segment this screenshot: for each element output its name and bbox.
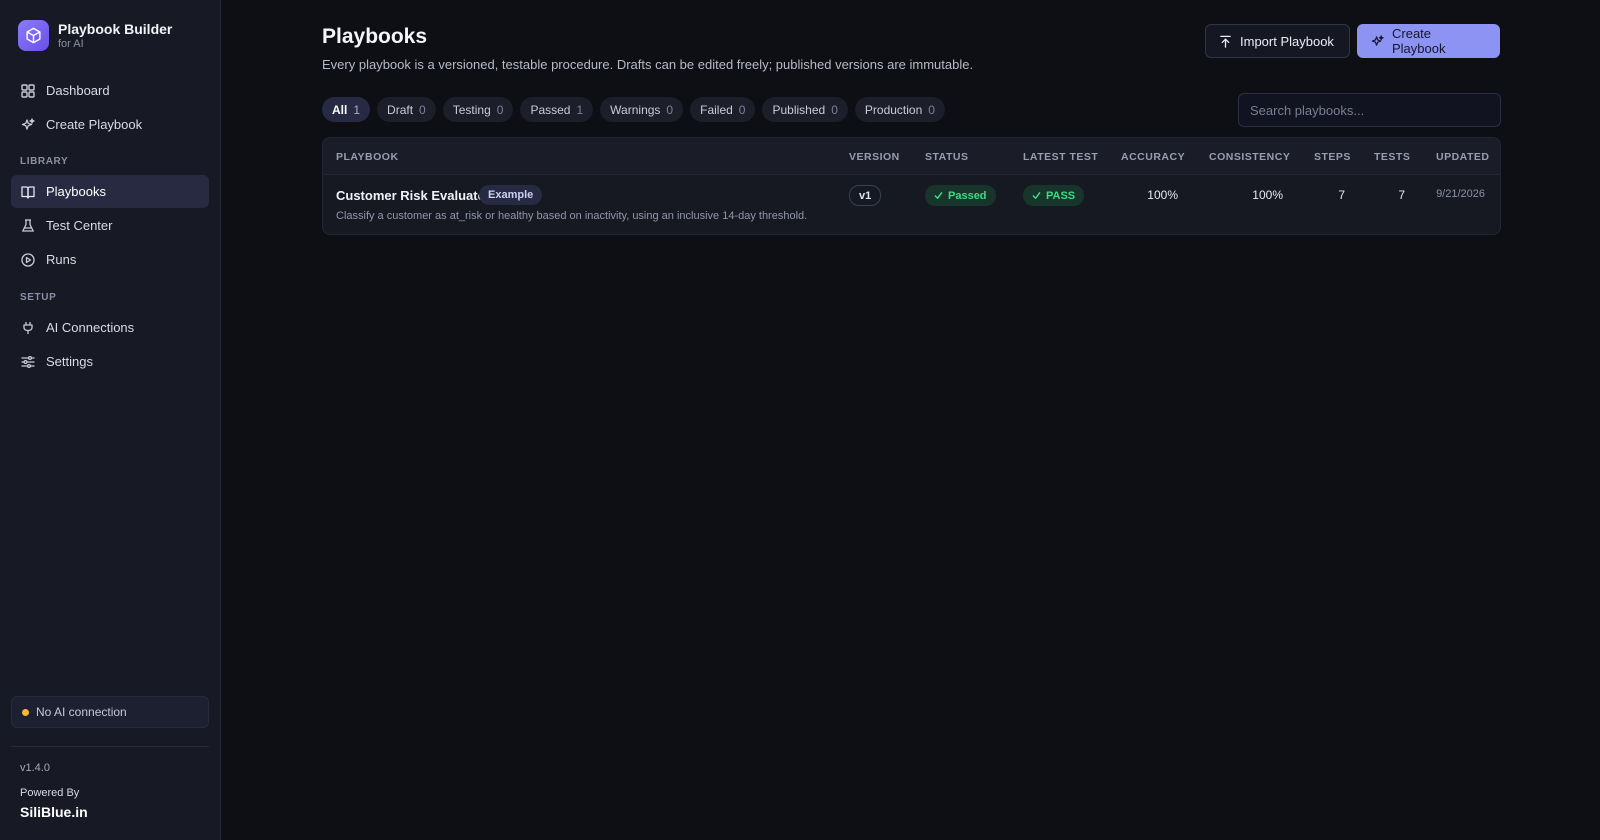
filter-all[interactable]: All 1	[322, 97, 371, 122]
filter-draft[interactable]: Draft 0	[377, 97, 436, 122]
column-header-steps[interactable]: STEPS	[1314, 151, 1351, 163]
create-playbook-button[interactable]: Create Playbook	[1357, 24, 1500, 58]
filter-label: All	[332, 102, 348, 117]
search-input[interactable]	[1238, 93, 1501, 127]
filter-warnings[interactable]: Warnings 0	[600, 97, 684, 122]
app-title: Playbook Builder	[58, 20, 173, 37]
page-title: Playbooks	[322, 25, 428, 48]
book-icon	[21, 185, 35, 199]
connection-status-label: No AI connection	[36, 705, 127, 719]
column-header-tests[interactable]: TESTS	[1374, 151, 1410, 163]
playbook-name[interactable]: Customer Risk Evaluator	[336, 188, 491, 203]
filter-count: 1	[353, 102, 361, 117]
status-dot-icon	[22, 708, 29, 716]
sidebar-item-label: Runs	[46, 252, 77, 267]
filter-label: Draft	[387, 102, 414, 117]
powered-by-label: Powered By	[20, 787, 80, 799]
sidebar-item-label: AI Connections	[46, 320, 135, 335]
column-header-consistency[interactable]: CONSISTENCY	[1209, 151, 1290, 163]
filter-count: 0	[738, 102, 746, 117]
upload-icon	[1219, 35, 1232, 48]
filter-count: 0	[666, 102, 674, 117]
import-playbook-button[interactable]: Import Playbook	[1205, 24, 1350, 58]
tests-value: 7	[1398, 188, 1405, 202]
filter-count: 0	[419, 102, 426, 117]
sidebar-item-label: Test Center	[46, 218, 113, 233]
create-playbook-label: Create Playbook	[1392, 26, 1446, 56]
app-version: v1.4.0	[20, 762, 50, 774]
import-playbook-label: Import Playbook	[1240, 33, 1334, 49]
setup-section-heading: SETUP	[20, 292, 57, 303]
library-section-heading: LIBRARY	[20, 156, 69, 167]
filter-passed[interactable]: Passed 1	[520, 97, 594, 122]
sidebar-item-label: Create Playbook	[46, 117, 143, 132]
sidebar-item-test-center[interactable]: Test Center	[11, 209, 209, 242]
filter-testing[interactable]: Testing 0	[442, 97, 514, 122]
filter-count: 0	[496, 102, 504, 117]
consistency-value: 100%	[1252, 188, 1283, 202]
status-badge: Passed	[925, 185, 996, 206]
sidebar-divider	[11, 746, 209, 747]
sidebar-item-ai-connections[interactable]: AI Connections	[11, 311, 209, 344]
latest-test-badge: PASS	[1023, 185, 1085, 206]
latest-test-label: PASS	[1046, 189, 1076, 202]
filter-label: Testing	[452, 102, 491, 117]
dashboard-grid-icon	[21, 83, 35, 98]
column-header-accuracy[interactable]: ACCURACY	[1121, 151, 1185, 163]
filter-failed[interactable]: Failed 0	[690, 97, 756, 122]
playbooks-table: PLAYBOOK VERSION STATUS LATEST TEST ACCU…	[322, 137, 1501, 235]
cube-logo-icon	[18, 20, 49, 51]
filter-count: 1	[576, 102, 584, 117]
powered-by-brand[interactable]: SiliBlue.in	[20, 804, 88, 820]
filter-production[interactable]: Production 0	[854, 97, 945, 122]
version-badge: v1	[849, 185, 882, 206]
filter-count: 0	[928, 102, 935, 117]
table-header: PLAYBOOK VERSION STATUS LATEST TEST ACCU…	[323, 138, 1500, 175]
column-header-playbook[interactable]: PLAYBOOK	[336, 151, 399, 163]
column-header-updated[interactable]: UPDATED	[1436, 151, 1489, 163]
example-badge: Example	[479, 185, 543, 205]
sparkle-icon	[1371, 34, 1384, 48]
flask-icon	[21, 218, 35, 233]
ai-connection-status[interactable]: No AI connection	[11, 696, 209, 728]
filter-label: Failed	[700, 102, 733, 117]
column-header-latest-test[interactable]: LATEST TEST	[1023, 151, 1098, 163]
check-icon	[934, 191, 943, 200]
filter-label: Passed	[530, 102, 571, 117]
sidebar: Playbook Builder for AI Dashboard Create…	[0, 0, 221, 840]
filter-label: Published	[772, 102, 826, 117]
page-subtitle: Every playbook is a versioned, testable …	[322, 57, 974, 72]
brand[interactable]: Playbook Builder for AI	[18, 20, 172, 51]
sidebar-item-label: Settings	[46, 354, 93, 369]
status-filter-bar: All 1 Draft 0 Testing 0 Passed 1 Warnings 0 F…	[322, 97, 952, 122]
column-header-version[interactable]: VERSION	[849, 151, 900, 163]
filter-count: 0	[831, 102, 838, 117]
sidebar-item-runs[interactable]: Runs	[11, 243, 209, 276]
app-subtitle: for AI	[58, 37, 84, 50]
sparkle-icon	[21, 117, 35, 132]
sidebar-item-label: Playbooks	[46, 184, 106, 199]
sidebar-item-dashboard[interactable]: Dashboard	[11, 74, 209, 107]
updated-value: 9/21/2026	[1436, 188, 1485, 200]
play-circle-icon	[21, 252, 35, 267]
steps-value: 7	[1338, 188, 1345, 202]
sidebar-item-playbooks[interactable]: Playbooks	[11, 175, 209, 208]
check-icon	[1032, 191, 1041, 200]
sidebar-item-create-playbook[interactable]: Create Playbook	[11, 108, 209, 141]
column-header-status[interactable]: STATUS	[925, 151, 968, 163]
filter-published[interactable]: Published 0	[762, 97, 848, 122]
sidebar-item-settings[interactable]: Settings	[11, 345, 209, 378]
accuracy-value: 100%	[1147, 188, 1178, 202]
filter-label: Warnings	[610, 102, 661, 117]
filter-label: Production	[864, 102, 923, 117]
playbook-description: Classify a customer as at_risk or health…	[336, 210, 808, 222]
plug-icon	[21, 321, 35, 335]
status-label: Passed	[948, 189, 987, 202]
sidebar-item-label: Dashboard	[46, 83, 110, 98]
sliders-icon	[21, 355, 35, 369]
